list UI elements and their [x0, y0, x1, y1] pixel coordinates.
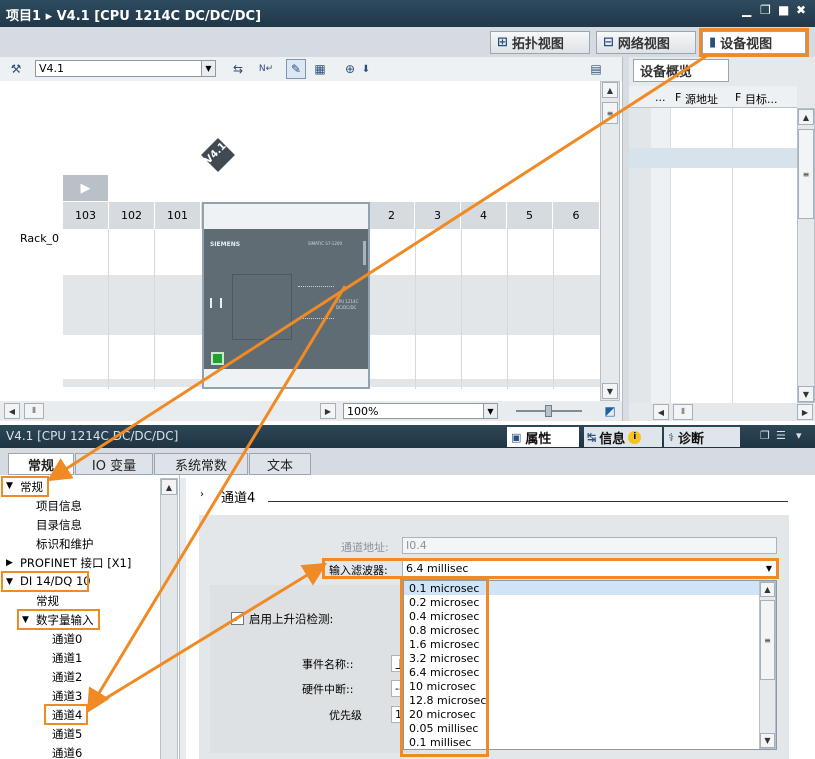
arrow-to-general	[46, 53, 709, 482]
arrow-to-channel4	[86, 285, 347, 714]
arrow-to-filter	[89, 562, 328, 710]
annotation-arrows	[46, 53, 709, 714]
